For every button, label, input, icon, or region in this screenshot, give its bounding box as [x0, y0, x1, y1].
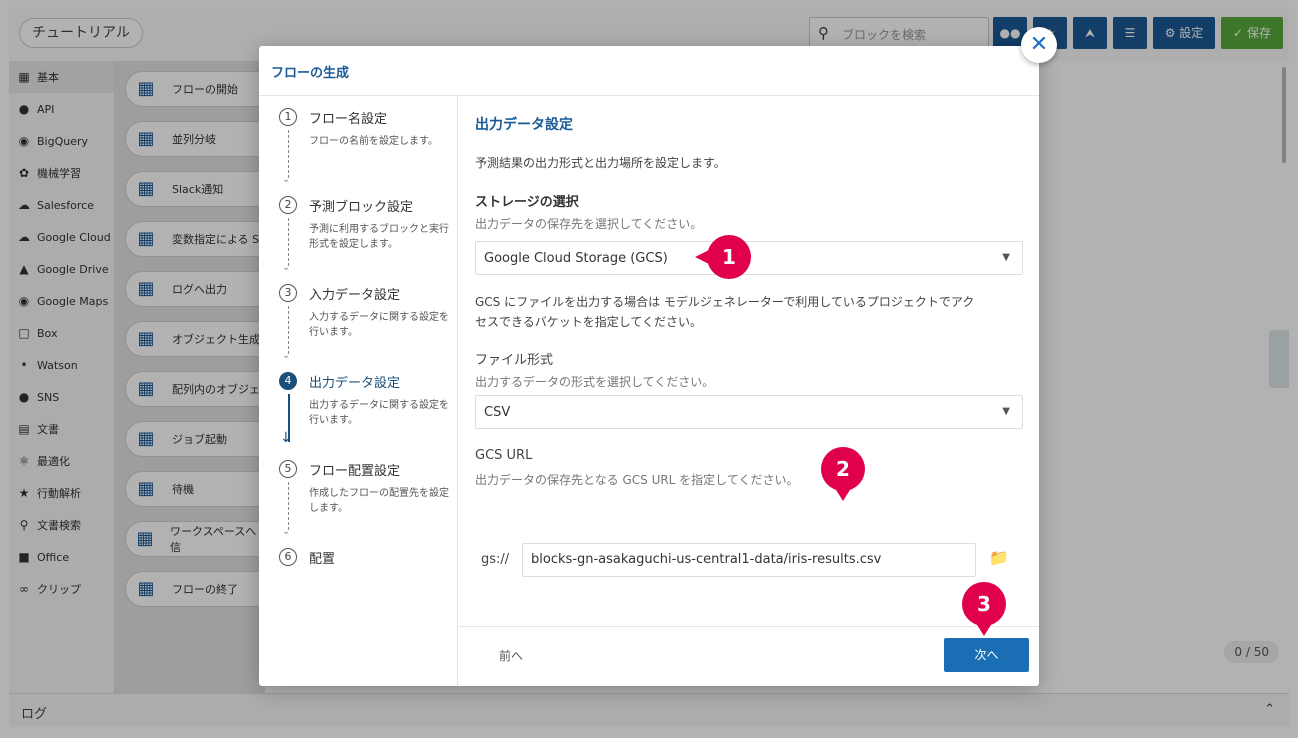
step-connector — [288, 306, 289, 354]
step-connector — [288, 482, 289, 530]
step-title: 入力データ設定 — [309, 288, 401, 303]
step-description: 入力するデータに関する設定を行います。 — [309, 312, 449, 338]
step-title: フロー配置設定 — [309, 464, 401, 479]
step-number: 2 — [279, 196, 297, 214]
gcs-note-line2: セスできるバケットを指定してください。 — [475, 315, 703, 329]
prev-button[interactable]: 前へ — [499, 647, 523, 664]
step-number: 6 — [279, 548, 297, 566]
step-connector — [288, 130, 289, 178]
flow-generation-dialog: フローの生成 1 フロー名設定 フローの名前を設定します。 ⌄ 2 予測ブロック… — [259, 46, 1039, 686]
close-icon[interactable]: ✕ — [1021, 27, 1057, 63]
step-description: 予測に利用するブロックと実行形式を設定します。 — [309, 224, 449, 250]
wizard-steps: 1 フロー名設定 フローの名前を設定します。 ⌄ 2 予測ブロック設定 予測に利… — [259, 96, 458, 686]
gcs-note-line1: GCS にファイルを出力する場合は モデルジェネレーターで利用しているプロジェク… — [475, 295, 975, 309]
step-number: 4 — [279, 372, 297, 390]
content-intro: 予測結果の出力形式と出力場所を設定します。 — [475, 156, 726, 170]
callout-number: 1 — [707, 235, 751, 279]
step-title: 配置 — [309, 552, 336, 567]
gcs-url-input[interactable]: blocks-gn-asakaguchi-us-central1-data/ir… — [522, 543, 976, 577]
dialog-title: フローの生成 — [271, 66, 350, 81]
chevron-down-icon: ⌄ — [282, 174, 291, 185]
dialog-header: フローの生成 — [259, 46, 1039, 96]
step-title: フロー名設定 — [309, 112, 388, 127]
format-select[interactable]: CSV ▼ — [475, 395, 1023, 429]
chevron-down-icon: ⌄ — [282, 262, 291, 273]
storage-help: 出力データの保存先を選択してください。 — [475, 217, 703, 231]
caret-down-icon: ▼ — [1002, 252, 1010, 263]
step-number: 3 — [279, 284, 297, 302]
step-description: 出力するデータに関する設定を行います。 — [309, 400, 449, 426]
step-number: 1 — [279, 108, 297, 126]
callout-2: 2 — [821, 447, 865, 501]
format-label: ファイル形式 — [475, 353, 554, 368]
chevron-down-icon: ⌄ — [282, 526, 291, 537]
url-help: 出力データの保存先となる GCS URL を指定してください。 — [475, 473, 799, 487]
storage-value: Google Cloud Storage (GCS) — [484, 251, 668, 266]
callout-3: 3 — [962, 582, 1006, 636]
url-prefix: gs:// — [481, 552, 510, 567]
url-label: GCS URL — [475, 448, 533, 463]
step-description: 作成したフローの配置先を設定します。 — [309, 488, 449, 514]
step-content: 出力データ設定 予測結果の出力形式と出力場所を設定します。 ストレージの選択 出… — [459, 96, 1039, 626]
dialog-footer: 前へ 次へ — [459, 626, 1039, 686]
callout-number: 3 — [962, 582, 1006, 626]
caret-down-icon: ▼ — [1002, 406, 1010, 417]
step-title: 予測ブロック設定 — [309, 200, 414, 215]
format-value: CSV — [484, 405, 511, 420]
next-button[interactable]: 次へ — [944, 638, 1029, 672]
format-help: 出力するデータの形式を選択してください。 — [475, 375, 715, 389]
step-title: 出力データ設定 — [309, 376, 401, 391]
folder-icon[interactable]: 📁 — [989, 548, 1009, 567]
chevron-down-icon: ⌄ — [282, 350, 291, 361]
callout-number: 2 — [821, 447, 865, 491]
arrow-down-icon: ↓ — [280, 430, 292, 446]
storage-label: ストレージの選択 — [475, 195, 579, 210]
step-description: フローの名前を設定します。 — [309, 136, 438, 147]
content-heading: 出力データ設定 — [475, 117, 573, 133]
callout-1: 1 — [695, 235, 751, 279]
step-number: 5 — [279, 460, 297, 478]
step-connector — [288, 218, 289, 266]
